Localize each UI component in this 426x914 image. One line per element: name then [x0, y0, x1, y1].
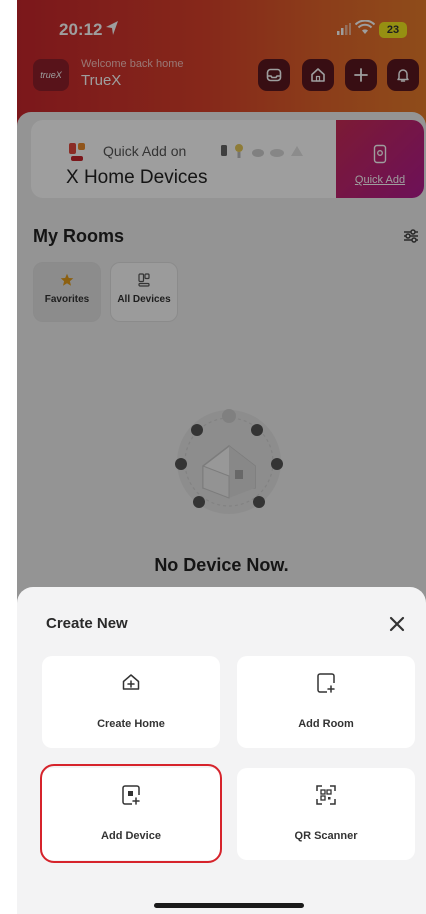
sheet-title: Create New [46, 615, 128, 632]
room-plus-icon [237, 672, 415, 699]
card-label: Create Home [97, 718, 165, 730]
card-label: QR Scanner [294, 830, 358, 842]
app-screen: 20:12 23 trueX Welcome back home TrueX Q… [17, 0, 426, 914]
create-new-sheet: Create New Create Home Add Room Add Devi… [17, 587, 426, 914]
highlight-ring [40, 764, 222, 863]
close-icon[interactable] [385, 612, 409, 636]
home-plus-icon [42, 672, 220, 697]
card-label: Add Room [298, 718, 354, 730]
add-room-button[interactable]: Add Room [237, 656, 415, 748]
qr-scan-icon [237, 784, 415, 811]
create-home-button[interactable]: Create Home [42, 656, 220, 748]
qr-scanner-button[interactable]: QR Scanner [237, 768, 415, 860]
home-indicator [154, 903, 304, 908]
